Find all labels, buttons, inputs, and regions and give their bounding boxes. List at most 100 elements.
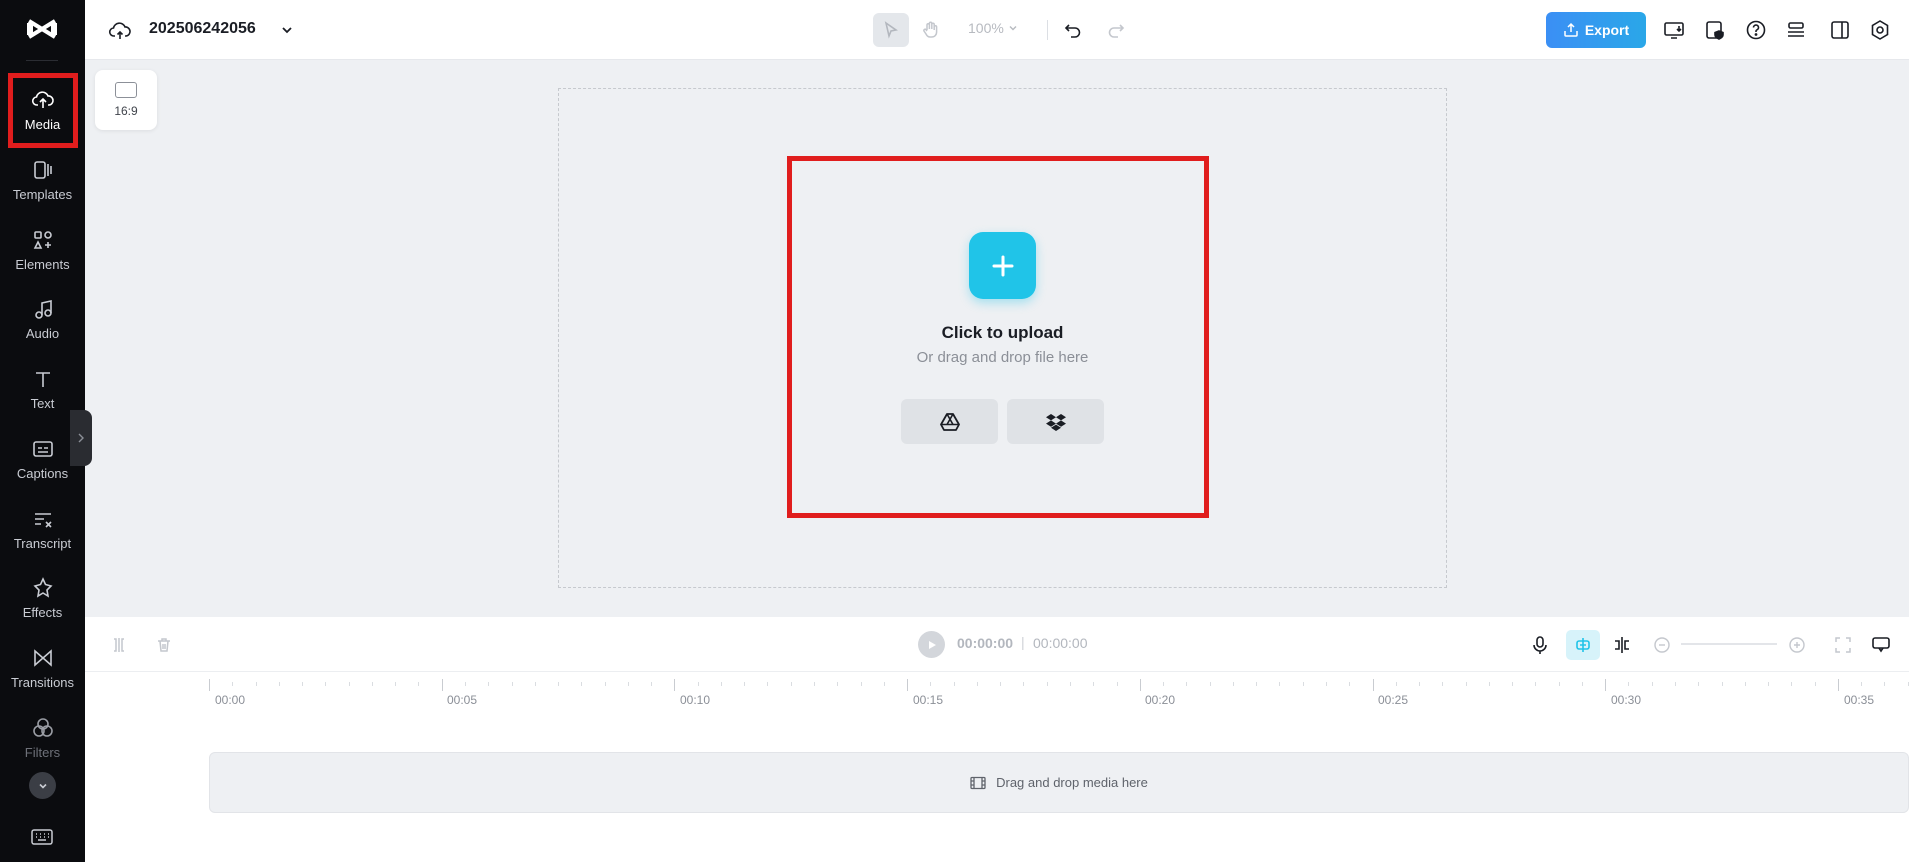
- ruler-tick: [1535, 682, 1537, 686]
- google-drive-button[interactable]: [901, 399, 998, 444]
- layers-button[interactable]: [1782, 16, 1810, 44]
- microphone-icon: [1533, 636, 1547, 654]
- sidebar-item-label: Transcript: [13, 536, 72, 551]
- ruler-tick: [1744, 682, 1746, 686]
- record-voice-button[interactable]: [1527, 632, 1553, 658]
- hand-icon: [923, 21, 938, 38]
- sidebar-item-filters[interactable]: Filters: [0, 707, 85, 769]
- sidebar-item-elements[interactable]: Elements: [0, 219, 85, 281]
- ruler-tick: [441, 679, 443, 691]
- present-button[interactable]: [1660, 16, 1688, 44]
- split-clip-button[interactable]: [106, 632, 132, 658]
- cloud-sync-icon: [108, 22, 131, 39]
- ruler-tick: [1651, 682, 1653, 686]
- comment-button[interactable]: [1868, 632, 1894, 658]
- zoom-out-button[interactable]: [1649, 632, 1675, 658]
- brand-kit-button[interactable]: [1701, 16, 1729, 44]
- settings-button[interactable]: [1866, 16, 1894, 44]
- ruler-tick: [1349, 682, 1351, 686]
- tick-label: 00:20: [1145, 693, 1176, 707]
- ruler-tick: [720, 682, 722, 686]
- ruler-tick: [1442, 682, 1444, 686]
- cursor-arrow-icon: [884, 21, 898, 39]
- ruler-tick: [1256, 682, 1258, 686]
- capcut-logo-icon[interactable]: [24, 14, 60, 44]
- ruler-tick: [278, 682, 280, 686]
- ruler-tick: [1395, 682, 1397, 686]
- magnet-snap-icon: [1576, 638, 1590, 652]
- tick-label: 00:10: [680, 693, 711, 707]
- more-tools-button[interactable]: [29, 772, 56, 799]
- split-view-button[interactable]: [1609, 632, 1635, 658]
- ruler-tick: [790, 682, 792, 686]
- timeline-panel: 00:00:00 | 00:00:00 00:00 00:05 00:10 00…: [85, 617, 1909, 862]
- trash-icon: [158, 638, 170, 652]
- tick-label: 00:05: [447, 693, 478, 707]
- ruler-tick: [1186, 682, 1188, 686]
- ruler-tick: [930, 682, 932, 686]
- dropbox-button[interactable]: [1007, 399, 1104, 444]
- upload-plus-button[interactable]: [969, 232, 1036, 299]
- ruler-tick: [1000, 682, 1002, 686]
- ruler-tick: [1023, 682, 1025, 686]
- project-name[interactable]: 202506242056: [149, 20, 256, 38]
- timeline-ruler[interactable]: 00:00 00:05 00:10 00:15 00:20 00:25 00:3…: [85, 672, 1909, 707]
- zoom-out-icon: [1654, 637, 1670, 653]
- ruler-tick: [1163, 682, 1165, 686]
- upload-subtitle: Or drag and drop file here: [916, 349, 1089, 366]
- undo-button[interactable]: [1059, 16, 1087, 44]
- sidebar-item-transitions[interactable]: Transitions: [0, 637, 85, 699]
- export-label: Export: [1584, 22, 1630, 38]
- play-button[interactable]: [918, 631, 945, 658]
- delete-clip-button[interactable]: [151, 632, 177, 658]
- zoom-dropdown[interactable]: 100%: [968, 20, 1018, 36]
- total-time: 00:00:00: [1033, 635, 1088, 651]
- sidebar-item-templates[interactable]: Templates: [0, 149, 85, 211]
- sidebar-item-effects[interactable]: Effects: [0, 567, 85, 629]
- play-icon: [928, 640, 936, 649]
- toggle-panel-button[interactable]: [1826, 16, 1854, 44]
- ruler-tick: [464, 682, 466, 686]
- hand-tool-button[interactable]: [917, 16, 945, 44]
- fit-timeline-button[interactable]: [1830, 632, 1856, 658]
- ruler-tick: [1093, 682, 1095, 686]
- ruler-tick: [837, 682, 839, 686]
- help-button[interactable]: [1742, 16, 1770, 44]
- sidebar-item-label: Effects: [22, 605, 63, 620]
- split-icon: [114, 638, 124, 652]
- cloud-sync-button[interactable]: [106, 16, 134, 44]
- tick-label: 00:30: [1611, 693, 1642, 707]
- redo-button[interactable]: [1102, 16, 1130, 44]
- monitor-download-icon: [1664, 22, 1684, 39]
- ruler-tick: [488, 682, 490, 686]
- auto-snap-button[interactable]: [1566, 630, 1600, 660]
- collapse-panel-handle[interactable]: [70, 410, 92, 466]
- ruler-tick: [1605, 679, 1607, 691]
- sidebar-item-label: Filters: [24, 745, 61, 760]
- tick-label: 00:35: [1844, 693, 1875, 707]
- select-tool-button[interactable]: [873, 13, 909, 47]
- ruler-tick: [1372, 679, 1374, 691]
- sidebar-item-transcript[interactable]: Transcript: [0, 498, 85, 560]
- aspect-ratio-button[interactable]: 16:9: [95, 70, 157, 130]
- filters-icon: [32, 718, 53, 737]
- layers-icon: [1788, 22, 1804, 37]
- keyboard-shortcuts-button[interactable]: [29, 826, 55, 848]
- sidebar-item-label: Transitions: [10, 675, 75, 690]
- sidebar-item-media[interactable]: Media: [0, 79, 85, 141]
- sidebar-item-audio[interactable]: Audio: [0, 288, 85, 350]
- split-view-icon: [1615, 637, 1629, 653]
- ruler-tick: [1837, 679, 1839, 691]
- sidebar-item-label: Audio: [25, 326, 60, 341]
- ruler-tick: [814, 682, 816, 686]
- upload-title[interactable]: Click to upload: [790, 323, 1215, 343]
- export-button[interactable]: Export: [1546, 12, 1646, 48]
- zoom-in-button[interactable]: [1784, 632, 1810, 658]
- ruler-tick: [907, 679, 909, 691]
- ruler-tick: [1116, 682, 1118, 686]
- elements-icon: [33, 231, 52, 249]
- tick-label: 00:00: [215, 693, 246, 707]
- timeline-drop-zone[interactable]: Drag and drop media here: [209, 752, 1909, 813]
- timeline-zoom-slider[interactable]: [1681, 643, 1777, 645]
- project-menu-button[interactable]: [273, 16, 301, 44]
